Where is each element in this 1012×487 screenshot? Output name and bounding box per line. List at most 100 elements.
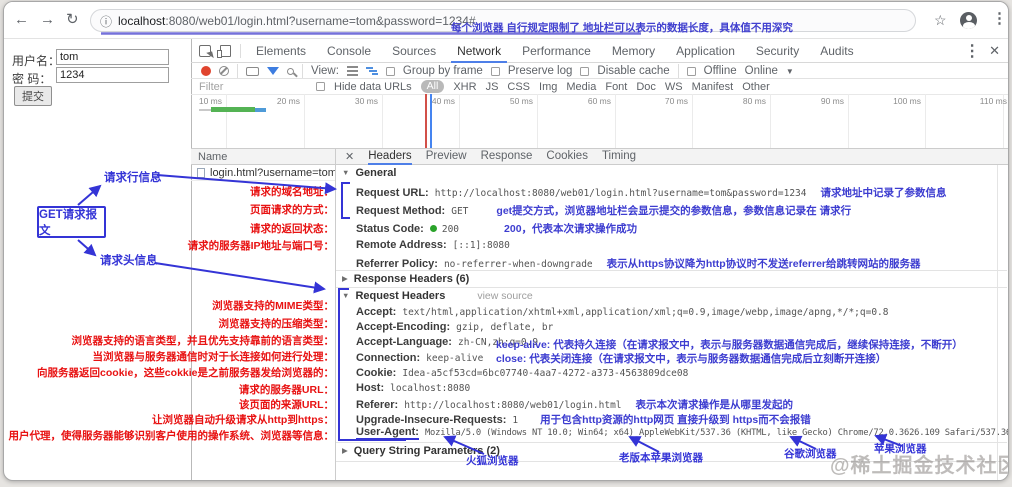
tab-response[interactable]: Response	[481, 149, 533, 165]
record-icon[interactable]	[201, 66, 211, 76]
chevron-down-icon: ▼	[785, 66, 794, 76]
disable-cache-label[interactable]: Disable cache	[597, 65, 669, 77]
header-row-accept: Accept: text/html,application/xhtml+xml,…	[356, 306, 889, 318]
tab-security[interactable]: Security	[750, 39, 805, 63]
response-headers-section-header[interactable]: ▶ Response Headers (6)	[342, 273, 469, 285]
timeline-tick: 70 ms	[664, 96, 688, 106]
filter-type-img[interactable]: Img	[539, 81, 557, 93]
timeline-tick: 40 ms	[431, 96, 455, 106]
screenshot-capture-icon[interactable]	[246, 66, 259, 76]
filter-type-js[interactable]: JS	[486, 81, 499, 93]
filter-funnel-icon[interactable]	[267, 67, 279, 75]
get-request-box: GET请求报文	[37, 206, 106, 238]
detail-close-icon[interactable]: ✕	[345, 150, 354, 163]
url-text[interactable]: localhost:8080/web01/login.html?username…	[118, 14, 476, 28]
timeline-tick: 100 ms	[893, 96, 921, 106]
tab-console[interactable]: Console	[321, 39, 377, 63]
timeline-tick: 110 ms	[979, 96, 1007, 106]
browser-menu-icon[interactable]: ⋮	[992, 11, 1007, 27]
filter-type-manifest[interactable]: Manifest	[692, 81, 734, 93]
submit-button[interactable]: 提交	[14, 86, 52, 106]
clear-icon[interactable]	[219, 66, 229, 76]
network-toolbar: View: Group by frame Preserve log Disabl…	[191, 63, 1008, 79]
throttling-select[interactable]: Online	[745, 65, 778, 77]
request-name: login.html?username=tom&pa...	[210, 167, 336, 179]
tab-performance[interactable]: Performance	[516, 39, 597, 63]
password-field[interactable]	[56, 67, 169, 83]
inspect-icon[interactable]	[199, 44, 214, 60]
tab-network[interactable]: Network	[451, 39, 508, 63]
bookmark-star-icon[interactable]: ☆	[934, 12, 947, 28]
filter-type-media[interactable]: Media	[566, 81, 596, 93]
hide-data-urls-checkbox[interactable]	[316, 82, 325, 91]
offline-checkbox[interactable]	[686, 66, 696, 76]
group-by-frame-checkbox[interactable]	[385, 66, 395, 76]
back-icon[interactable]: ←	[14, 12, 29, 28]
name-column-header[interactable]: Name	[191, 149, 336, 165]
tab-audits[interactable]: Audits	[814, 39, 859, 63]
red-note-connection: 当浏览器与服务器通信时对于长连接如何进行处理：	[92, 351, 335, 363]
header-row-request-url: Request URL: http://localhost:8080/web01…	[356, 187, 947, 199]
general-section-header[interactable]: ▼ General	[342, 167, 396, 179]
devtools-menu-icon[interactable]: ⋮	[964, 41, 980, 61]
request-row[interactable]: login.html?username=tom&pa...	[191, 165, 336, 181]
watermark: @稀土掘金技术社区	[830, 455, 1009, 477]
hide-data-urls-label[interactable]: Hide data URLs	[334, 81, 412, 93]
view-waterfall-icon[interactable]	[365, 66, 378, 76]
divider	[191, 94, 1008, 95]
timeline-tick: 60 ms	[587, 96, 611, 106]
tab-sources[interactable]: Sources	[386, 39, 442, 63]
header-row-user-agent: User-Agent: Mozilla/5.0 (Windows NT 10.0…	[356, 426, 1009, 440]
filter-type-css[interactable]: CSS	[507, 81, 530, 93]
timeline-tick: 50 ms	[509, 96, 533, 106]
browser-window: ← → ↻ ⓘ localhost:8080/web01/login.html?…	[3, 1, 1009, 481]
divider	[191, 78, 1008, 79]
divider	[336, 287, 1007, 288]
filter-type-other[interactable]: Other	[742, 81, 770, 93]
network-filter-row: Filter Hide data URLs All XHR JS CSS Img…	[191, 79, 1008, 94]
detail-tabbar: ✕ Headers Preview Response Cookies Timin…	[336, 149, 1008, 165]
reload-icon[interactable]: ↻	[66, 12, 79, 28]
username-field[interactable]	[56, 49, 169, 65]
header-row-upgrade-insecure-requests: Upgrade-Insecure-Requests: 1 用于包含http资源的…	[356, 414, 811, 426]
view-list-icon[interactable]	[346, 66, 358, 76]
red-note-referer: 该页面的来源URL：	[238, 399, 334, 411]
browser-toolbar: ← → ↻ ⓘ localhost:8080/web01/login.html?…	[4, 2, 1008, 39]
tab-elements[interactable]: Elements	[250, 39, 312, 63]
devtools-close-icon[interactable]: ✕	[989, 43, 1008, 59]
red-note-upgrade: 让浏览器自动升级请求从http到https：	[152, 414, 334, 426]
filter-input[interactable]: Filter	[199, 81, 307, 93]
preserve-log-checkbox[interactable]	[490, 66, 500, 76]
device-toolbar-icon[interactable]	[217, 44, 231, 58]
forward-icon[interactable]: →	[40, 12, 55, 28]
tab-preview[interactable]: Preview	[426, 149, 467, 165]
tab-headers[interactable]: Headers	[368, 149, 412, 165]
search-icon[interactable]	[287, 67, 294, 75]
timeline-tick: 90 ms	[820, 96, 844, 106]
page-info-icon[interactable]: ⓘ	[100, 13, 112, 30]
view-source-link[interactable]: view source	[477, 290, 532, 302]
request-headers-section-header[interactable]: ▼ Request Headers view source	[342, 290, 533, 302]
filter-type-doc[interactable]: Doc	[636, 81, 656, 93]
red-note-host: 请求的服务器URL：	[238, 384, 334, 396]
filter-type-ws[interactable]: WS	[665, 81, 683, 93]
profile-avatar[interactable]	[960, 12, 977, 29]
divider	[335, 149, 336, 480]
offline-label[interactable]: Offline	[704, 65, 737, 77]
tab-timing[interactable]: Timing	[602, 149, 636, 165]
tab-cookies[interactable]: Cookies	[546, 149, 588, 165]
filter-type-font[interactable]: Font	[605, 81, 627, 93]
address-bar-annotation: 每个浏览器 自行规定限制了 地址栏可以表示的数据长度，具体值不用深究	[451, 22, 793, 34]
preserve-log-label[interactable]: Preserve log	[508, 65, 573, 77]
timeline-tick: 80 ms	[742, 96, 766, 106]
group-by-frame-label[interactable]: Group by frame	[403, 65, 483, 77]
header-row-request-method: Request Method: GET get提交方式，浏览器地址栏会显示提交的…	[356, 205, 852, 217]
domcontentloaded-event-line	[430, 94, 432, 148]
filter-type-all[interactable]: All	[420, 80, 445, 93]
tab-memory[interactable]: Memory	[606, 39, 661, 63]
tab-application[interactable]: Application	[670, 39, 741, 63]
disable-cache-checkbox[interactable]	[580, 66, 590, 76]
filter-type-xhr[interactable]: XHR	[453, 81, 476, 93]
header-row-referer: Referer: http://localhost:8080/web01/log…	[356, 399, 794, 411]
waterfall-bar-wait	[199, 109, 211, 111]
